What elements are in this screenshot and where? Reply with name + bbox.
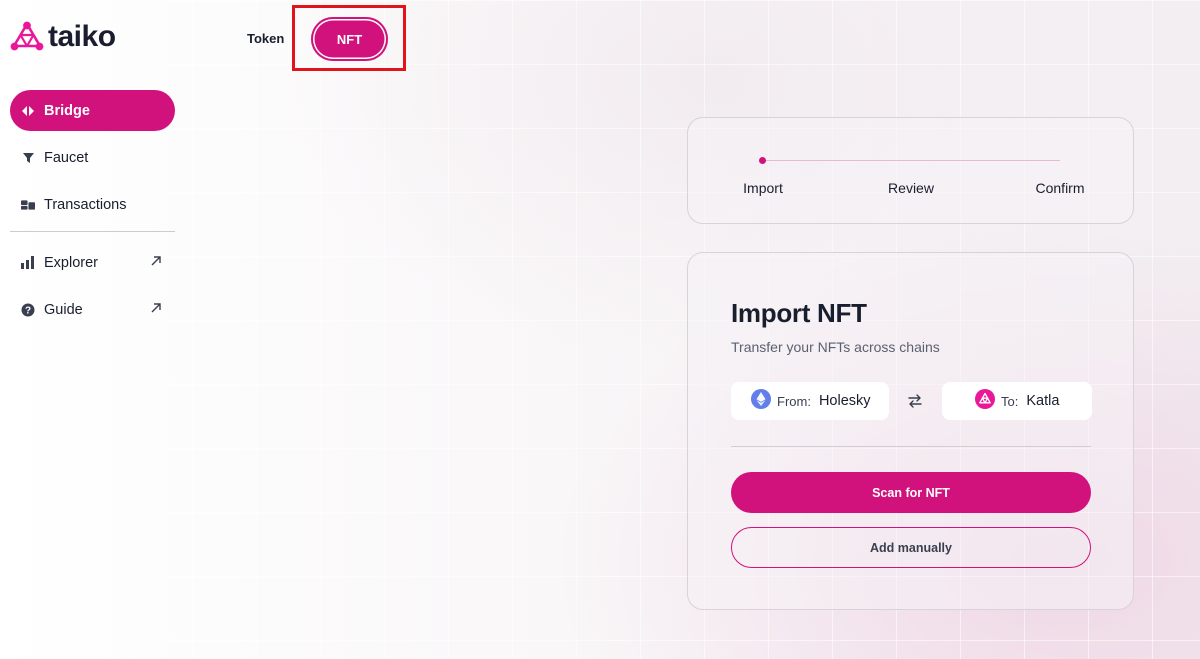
to-chain-selector[interactable]: To: Katla (942, 382, 1092, 420)
to-prefix: To: (1001, 393, 1019, 409)
transactions-icon (21, 198, 35, 212)
to-chain-name: Katla (1026, 393, 1060, 409)
tab-nft[interactable]: NFT (311, 17, 388, 61)
sidebar-item-label: Guide (44, 301, 83, 318)
external-link-icon (151, 256, 161, 266)
import-title: Import NFT (731, 298, 867, 328)
step-review: Review (888, 180, 934, 196)
stepper-card: Import Review Confirm (687, 117, 1134, 224)
external-link-icon (151, 303, 161, 313)
scan-for-nft-button[interactable]: Scan for NFT (731, 472, 1091, 513)
taiko-logo-icon (10, 21, 44, 51)
ethereum-icon (751, 389, 771, 413)
sidebar-item-transactions[interactable]: Transactions (10, 184, 175, 225)
sidebar-item-label: Bridge (44, 102, 90, 119)
brand-name: taiko (48, 20, 116, 53)
add-manually-button[interactable]: Add manually (731, 527, 1091, 568)
taiko-logo[interactable]: taiko (10, 20, 116, 54)
step-progress-track (762, 160, 1060, 161)
sidebar-item-bridge[interactable]: Bridge (10, 90, 175, 131)
svg-text:?: ? (25, 305, 31, 316)
sidebar-item-faucet[interactable]: Faucet (10, 137, 175, 178)
from-chain-selector[interactable]: From: Holesky (731, 382, 889, 420)
tab-token[interactable]: Token (247, 31, 284, 46)
taiko-chain-icon (975, 389, 995, 413)
sidebar: Bridge Faucet Transactions Explorer ? Gu… (10, 90, 175, 336)
sidebar-item-label: Explorer (44, 254, 98, 271)
sidebar-item-explorer[interactable]: Explorer (10, 242, 175, 283)
sidebar-item-label: Faucet (44, 149, 89, 166)
sidebar-item-label: Transactions (44, 196, 127, 213)
swap-chains-icon[interactable] (907, 393, 923, 409)
import-divider (731, 446, 1091, 447)
step-confirm: Confirm (1035, 180, 1085, 196)
step-import: Import (743, 180, 783, 196)
guide-icon: ? (21, 303, 35, 317)
from-prefix: From: (777, 393, 811, 409)
from-chain-name: Holesky (818, 393, 871, 409)
import-nft-card: Import NFT Transfer your NFTs across cha… (687, 252, 1134, 610)
sidebar-divider (10, 231, 175, 232)
sidebar-item-guide[interactable]: ? Guide (10, 289, 175, 330)
explorer-icon (21, 256, 35, 270)
bridge-icon (21, 104, 35, 118)
step-current-indicator (759, 157, 766, 164)
faucet-icon (21, 151, 35, 165)
import-subtitle: Transfer your NFTs across chains (731, 339, 940, 355)
